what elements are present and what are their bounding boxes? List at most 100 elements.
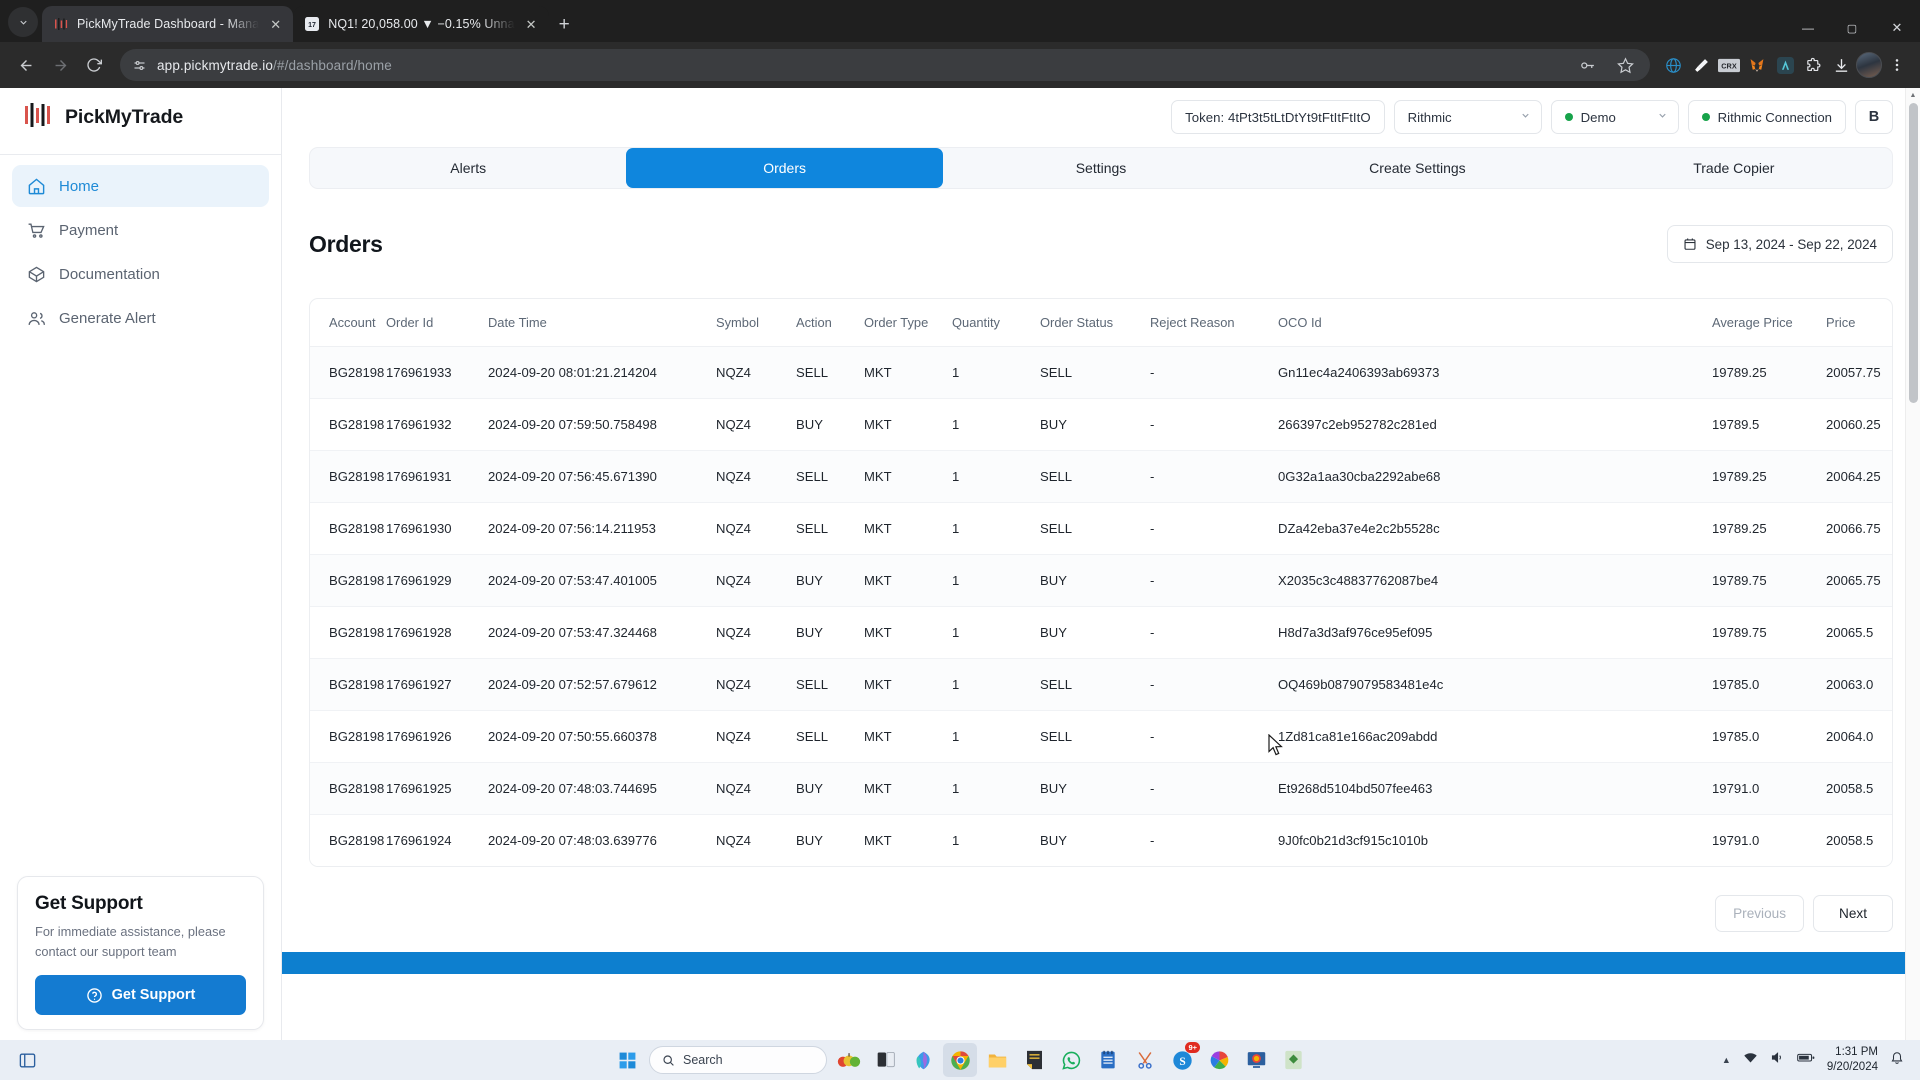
taskbar-search[interactable]: Search (649, 1046, 827, 1074)
column-header-order-id[interactable]: Order Id (386, 299, 488, 347)
cell-price: 20060.25 (1826, 398, 1892, 451)
broker-select[interactable]: Rithmic (1393, 100, 1542, 134)
teal-extension-icon[interactable] (1772, 52, 1798, 78)
cell-action: SELL (796, 502, 864, 555)
sidebar-item-home[interactable]: Home (12, 165, 269, 207)
close-icon[interactable]: ✕ (523, 16, 540, 33)
taskbar-clock[interactable]: 1:31 PM 9/20/2024 (1827, 1045, 1878, 1076)
column-header-date-time[interactable]: Date Time (488, 299, 716, 347)
extensions-puzzle-icon[interactable] (1800, 52, 1826, 78)
cell-order-status: BUY (1040, 398, 1150, 451)
tab-search-icon[interactable] (8, 7, 38, 37)
remote-desktop-icon[interactable] (1239, 1043, 1273, 1077)
download-icon[interactable] (1828, 52, 1854, 78)
back-button[interactable] (10, 49, 42, 81)
three-dot-menu-icon[interactable] (1884, 52, 1910, 78)
environment-select[interactable]: Demo (1550, 100, 1679, 134)
page-scrollbar[interactable]: ▲ (1905, 88, 1920, 1040)
table-row[interactable]: BG28198 176961927 2024-09-20 07:52:57.6796… (310, 658, 1892, 711)
browser-tab-tradingview[interactable]: 17 NQ1! 20,058.00 ▼ −0.15% Unna ✕ (293, 6, 549, 42)
table-row[interactable]: BG28198 176961931 2024-09-20 07:56:45.6713… (310, 450, 1892, 503)
column-header-symbol[interactable]: Symbol (716, 299, 796, 347)
crx-extension-icon[interactable]: CRX (1716, 52, 1742, 78)
cell-date-time: 2024-09-20 07:48:03.744695 (488, 762, 716, 815)
cell-symbol: NQZ4 (716, 658, 796, 711)
cell-account: BG28198 (310, 398, 386, 451)
next-page-button[interactable]: Next (1813, 895, 1893, 932)
metamask-fox-icon[interactable] (1744, 52, 1770, 78)
scroll-up-icon[interactable]: ▲ (1906, 88, 1920, 103)
battery-icon[interactable] (1797, 1051, 1815, 1069)
table-row[interactable]: BG28198 176961928 2024-09-20 07:53:47.3244… (310, 606, 1892, 659)
table-row[interactable]: BG28198 176961929 2024-09-20 07:53:47.4010… (310, 554, 1892, 607)
column-header-oco-id[interactable]: OCO Id (1278, 299, 1712, 347)
column-header-price[interactable]: Price (1826, 299, 1892, 347)
date-range-picker[interactable]: Sep 13, 2024 - Sep 22, 2024 (1666, 225, 1893, 263)
scrollbar-thumb[interactable] (1909, 103, 1918, 403)
cell-price: 20064.0 (1826, 710, 1892, 763)
table-row[interactable]: BG28198 176961932 2024-09-20 07:59:50.7584… (310, 398, 1892, 451)
maximize-button[interactable]: ▢ (1830, 22, 1874, 35)
network-icon[interactable] (1743, 1050, 1758, 1070)
sidebar-item-payment[interactable]: Payment (12, 209, 269, 251)
notepad-icon[interactable] (1017, 1043, 1051, 1077)
column-header-quantity[interactable]: Quantity (952, 299, 1040, 347)
notifications-icon[interactable] (1890, 1051, 1904, 1070)
reload-button[interactable] (78, 49, 110, 81)
notebook-icon[interactable] (1091, 1043, 1125, 1077)
tab-alerts[interactable]: Alerts (310, 148, 626, 188)
column-header-average-price[interactable]: Average Price (1712, 299, 1826, 347)
sidebar-item-generate-alert[interactable]: Generate Alert (12, 297, 269, 339)
password-key-icon[interactable] (1574, 52, 1600, 78)
fruits-icon[interactable] (832, 1043, 866, 1077)
table-row[interactable]: BG28198 176961926 2024-09-20 07:50:55.6603… (310, 710, 1892, 763)
cell-quantity: 1 (952, 710, 1040, 763)
cell-symbol: NQZ4 (716, 346, 796, 399)
tray-chevron-icon[interactable]: ▲ (1722, 1055, 1731, 1065)
close-window-button[interactable]: ✕ (1874, 20, 1920, 36)
column-header-action[interactable]: Action (796, 299, 864, 347)
column-header-order-status[interactable]: Order Status (1040, 299, 1150, 347)
tab-orders[interactable]: Orders (626, 148, 943, 188)
whatsapp-icon[interactable] (1054, 1043, 1088, 1077)
tab-settings[interactable]: Settings (943, 148, 1259, 188)
profile-avatar[interactable] (1856, 52, 1882, 78)
taskbar-tray: ▲ 1:31 PM 9/20/2024 (1722, 1045, 1910, 1076)
cell-action: BUY (796, 398, 864, 451)
table-row[interactable]: BG28198 176961924 2024-09-20 07:48:03.6397… (310, 814, 1892, 866)
browser-tab-pickmytrade[interactable]: PickMyTrade Dashboard - Mana ✕ (42, 6, 294, 42)
broom-extension-icon[interactable] (1688, 52, 1714, 78)
address-bar[interactable]: app.pickmytrade.io/#/dashboard/home (120, 49, 1650, 81)
show-desktop-icon[interactable] (10, 1043, 44, 1077)
column-header-reject-reason[interactable]: Reject Reason (1150, 299, 1278, 347)
volume-icon[interactable] (1770, 1050, 1785, 1070)
green-app-icon[interactable] (1276, 1043, 1310, 1077)
table-row[interactable]: BG28198 176961930 2024-09-20 07:56:14.2119… (310, 502, 1892, 555)
skype-icon[interactable]: S 9+ (1165, 1042, 1200, 1077)
column-header-account[interactable]: Account (310, 299, 386, 347)
column-header-order-type[interactable]: Order Type (864, 299, 952, 347)
chrome-icon[interactable] (943, 1043, 977, 1077)
snipping-tool-icon[interactable] (1128, 1043, 1162, 1077)
copilot-icon[interactable] (906, 1043, 940, 1077)
minimize-button[interactable]: — (1786, 21, 1830, 35)
forward-button[interactable] (44, 49, 76, 81)
get-support-button[interactable]: Get Support (35, 975, 246, 1015)
close-icon[interactable]: ✕ (267, 16, 284, 33)
new-tab-button[interactable]: + (559, 15, 570, 34)
table-row[interactable]: BG28198 176961933 2024-09-20 08:01:21.2142… (310, 346, 1892, 399)
tab-trade-copier[interactable]: Trade Copier (1576, 148, 1892, 188)
page-viewport: PickMyTrade Home Payment Documentation G… (0, 88, 1920, 1040)
previous-page-button[interactable]: Previous (1715, 895, 1804, 932)
sidebar-item-documentation[interactable]: Documentation (12, 253, 269, 295)
windows-start-icon[interactable] (610, 1043, 644, 1077)
bookmark-star-icon[interactable] (1612, 52, 1638, 78)
file-explorer-icon[interactable] (980, 1043, 1014, 1077)
user-badge[interactable]: B (1855, 100, 1893, 134)
tab-create-settings[interactable]: Create Settings (1259, 148, 1575, 188)
photos-icon[interactable] (1202, 1043, 1236, 1077)
web3-extension-icon[interactable] (1660, 52, 1686, 78)
site-settings-icon[interactable] (132, 58, 147, 73)
table-row[interactable]: BG28198 176961925 2024-09-20 07:48:03.7446… (310, 762, 1892, 815)
task-view-icon[interactable] (869, 1043, 903, 1077)
